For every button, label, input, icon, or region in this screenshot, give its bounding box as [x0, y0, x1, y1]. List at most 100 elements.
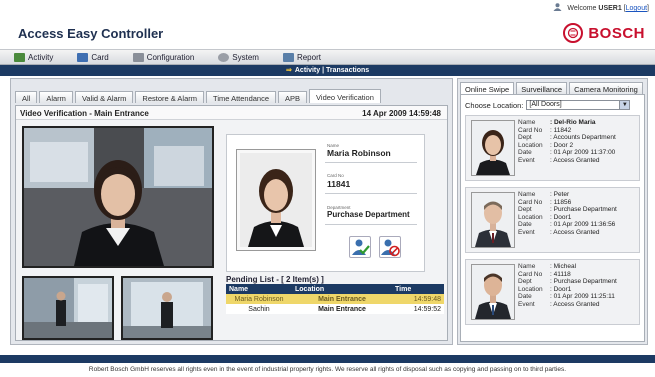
welcome-text: Welcome — [567, 5, 597, 12]
deny-access-button[interactable] — [379, 236, 401, 258]
chevron-down-icon: ▼ — [619, 101, 630, 109]
tab-restore-alarm[interactable]: Restore & Alarm — [135, 91, 205, 103]
event-name: : Peter — [550, 191, 570, 198]
location-select[interactable]: [All Doors] ▼ — [526, 100, 631, 110]
event-location-label: Location — [518, 285, 543, 293]
user-check-icon — [352, 239, 370, 255]
user-icon — [553, 3, 562, 11]
event-type: : Access Granted — [550, 156, 600, 164]
side-panel: Online Swipe Surveillance Camera Monitor… — [457, 78, 648, 345]
event-type-label: Event — [518, 228, 535, 236]
table-row[interactable]: Sachin Main Entrance 14:59:52 — [226, 304, 444, 314]
menu-system[interactable]: System — [218, 52, 259, 62]
main-menu: Activity Card Configuration System Repor… — [0, 49, 655, 65]
menu-report[interactable]: Report — [282, 52, 321, 62]
card-icon — [77, 52, 89, 62]
table-row[interactable]: Maria Robinson Main Entrance 14:59:48 — [226, 294, 444, 304]
menu-card[interactable]: Card — [77, 52, 109, 62]
menu-configuration[interactable]: Configuration — [132, 52, 195, 62]
tab-alarm[interactable]: Alarm — [39, 91, 73, 103]
row-time: 14:59:52 — [392, 304, 444, 314]
footer-bar — [0, 355, 655, 363]
row-location: Main Entrance — [292, 304, 392, 314]
brand-logo: BOSCH — [563, 23, 645, 43]
event-type: : Access Granted — [550, 300, 600, 308]
event-name: : Del-Rio Maria — [550, 119, 596, 126]
event-dept: : Accounts Department — [550, 134, 616, 142]
tab-camera-monitoring[interactable]: Camera Monitoring — [569, 82, 643, 94]
event-dept-label: Dept — [518, 134, 532, 142]
column-header-name[interactable]: Name — [226, 284, 292, 294]
tab-all[interactable]: All — [15, 91, 38, 103]
event-details: Name: Peter Card No: 11856 Dept: Purchas… — [518, 191, 617, 237]
menu-activity[interactable]: Activity — [14, 52, 54, 62]
event-location: : Door 2 — [550, 141, 574, 149]
cardholder-photo — [236, 149, 316, 251]
column-header-location[interactable]: Location — [292, 284, 392, 294]
arrow-right-icon: ⇒ — [286, 67, 292, 74]
divider — [325, 193, 417, 194]
tab-online-swipe[interactable]: Online Swipe — [460, 82, 515, 94]
main-panel: All Alarm Valid & Alarm Restore & Alarm … — [10, 78, 453, 345]
tab-video-verification[interactable]: Video Verification — [309, 89, 381, 103]
menu-configuration-label: Configuration — [146, 52, 195, 62]
event-photo — [471, 264, 515, 320]
cardholder-cardno: 11841 — [327, 179, 351, 189]
swipe-event[interactable]: Name: Micheal Card No: 41118 Dept: Purch… — [465, 259, 640, 325]
tools-icon — [132, 52, 144, 62]
event-date: : 01 Apr 2009 11:36:56 — [550, 221, 616, 229]
event-name-label: Name — [518, 191, 536, 198]
event-dept-label: Dept — [518, 206, 532, 214]
swipe-event[interactable]: Name: Del-Rio Maria Card No: 11842 Dept:… — [465, 115, 640, 181]
event-location-label: Location — [518, 213, 543, 221]
divider — [325, 162, 417, 163]
app-header: Access Easy Controller BOSCH — [0, 16, 655, 49]
event-name-label: Name — [518, 119, 536, 126]
event-date: : 01 Apr 2009 11:25:11 — [550, 293, 615, 301]
event-photo — [471, 120, 515, 176]
camera-thumbnail-2[interactable] — [121, 276, 213, 340]
logout-link[interactable]: Logout — [626, 5, 647, 12]
menu-activity-label: Activity — [28, 52, 54, 62]
event-cardno-label: Card No — [518, 126, 543, 134]
cardno-label: Card No — [327, 173, 344, 178]
event-date-label: Date — [518, 221, 532, 229]
divider — [325, 224, 417, 225]
event-date: : 01 Apr 2009 11:37:00 — [550, 149, 616, 157]
cardholder-card: Name Maria Robinson Card No 11841 Depart… — [226, 134, 425, 272]
welcome-bar: Welcome USER1 [Logout] — [0, 0, 655, 16]
event-cardno-label: Card No — [518, 198, 543, 206]
menu-card-label: Card — [91, 52, 109, 62]
copyright-notice: Robert Bosch GmbH reserves all rights ev… — [88, 366, 567, 373]
swipe-event[interactable]: Name: Peter Card No: 11856 Dept: Purchas… — [465, 187, 640, 253]
video-verification-panel: Video Verification - Main Entrance 14 Ap… — [15, 105, 448, 341]
event-location-label: Location — [518, 141, 543, 149]
tab-valid-alarm[interactable]: Valid & Alarm — [74, 91, 134, 103]
tab-time-attendance[interactable]: Time Attendance — [206, 91, 277, 103]
event-type-label: Event — [518, 156, 535, 164]
username: USER1 — [598, 5, 622, 12]
tab-surveillance[interactable]: Surveillance — [516, 82, 568, 94]
event-cardno: : 41118 — [550, 270, 571, 278]
row-location: Main Entrance — [292, 294, 392, 304]
menu-system-label: System — [232, 52, 259, 62]
panel-header: Video Verification - Main Entrance 14 Ap… — [16, 106, 447, 120]
row-time: 14:59:48 — [392, 294, 444, 304]
event-location: : Door1 — [550, 213, 572, 221]
event-name-label: Name — [518, 263, 536, 270]
event-tabs: All Alarm Valid & Alarm Restore & Alarm … — [15, 89, 383, 103]
camera-thumbnail-1[interactable] — [22, 276, 114, 340]
event-cardno: : 11856 — [550, 198, 572, 206]
event-dept: : Purchase Department — [550, 278, 617, 286]
row-name: Maria Robinson — [226, 294, 292, 304]
column-header-time[interactable]: Time — [392, 284, 444, 294]
event-details: Name: Del-Rio Maria Card No: 11842 Dept:… — [518, 119, 616, 165]
gear-icon — [218, 52, 230, 62]
pending-list-table: Name Location Time Maria Robinson Main E… — [226, 284, 444, 314]
event-location: : Door1 — [550, 285, 572, 293]
grant-access-button[interactable] — [349, 236, 371, 258]
tab-apb[interactable]: APB — [278, 91, 308, 103]
main-camera-view[interactable] — [22, 126, 214, 268]
breadcrumb: Activity | Transactions — [294, 67, 370, 74]
cardholder-dept: Purchase Department — [327, 210, 410, 219]
